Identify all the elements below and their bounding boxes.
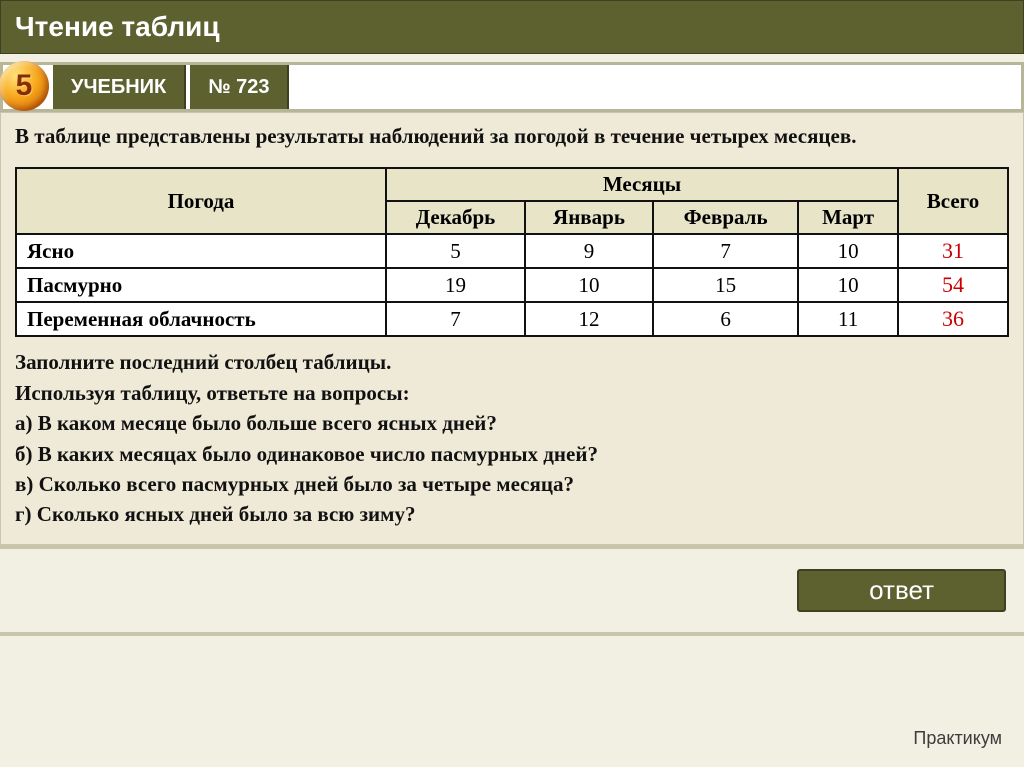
cell: 11 — [798, 302, 898, 336]
cell: 7 — [653, 234, 798, 268]
table-row: Пасмурно 19 10 15 10 54 — [16, 268, 1008, 302]
content-area: В таблице представлены результаты наблюд… — [0, 112, 1024, 545]
task-a: а) В каком месяце было больше всего ясны… — [15, 408, 1009, 438]
answer-button[interactable]: ответ — [797, 569, 1006, 612]
task-c: в) Сколько всего пасмурных дней было за … — [15, 469, 1009, 499]
th-weather: Погода — [16, 168, 386, 234]
row-label: Переменная облачность — [16, 302, 386, 336]
header-row: 5 УЧЕБНИК № 723 — [0, 62, 1024, 112]
grade-badge: 5 — [0, 61, 49, 111]
cell: 12 — [525, 302, 653, 336]
th-month-2: Февраль — [653, 201, 798, 234]
th-month-0: Декабрь — [386, 201, 525, 234]
cell: 19 — [386, 268, 525, 302]
cell: 5 — [386, 234, 525, 268]
row-label: Пасмурно — [16, 268, 386, 302]
footer-label: Практикум — [913, 728, 1002, 749]
task-b: б) В каких месяцах было одинаковое число… — [15, 439, 1009, 469]
tab-textbook: УЧЕБНИК — [53, 65, 186, 109]
tasks-block: Заполните последний столбец таблицы. Исп… — [15, 347, 1009, 530]
cell: 7 — [386, 302, 525, 336]
cell: 9 — [525, 234, 653, 268]
tab-number: № 723 — [190, 65, 289, 109]
task-d: г) Сколько ясных дней было за всю зиму? — [15, 499, 1009, 529]
th-month-3: Март — [798, 201, 898, 234]
th-month-1: Январь — [525, 201, 653, 234]
intro-text: В таблице представлены результаты наблюд… — [15, 123, 1009, 149]
total-value: 36 — [942, 306, 964, 331]
cell: 10 — [798, 268, 898, 302]
cell: 15 — [653, 268, 798, 302]
page-title: Чтение таблиц — [0, 0, 1024, 54]
bottom-bar: ответ — [0, 545, 1024, 636]
total-value: 31 — [942, 238, 964, 263]
table-row: Ясно 5 9 7 10 31 — [16, 234, 1008, 268]
cell: 10 — [525, 268, 653, 302]
row-label: Ясно — [16, 234, 386, 268]
cell: 6 — [653, 302, 798, 336]
task-line: Используя таблицу, ответьте на вопросы: — [15, 378, 1009, 408]
cell: 10 — [798, 234, 898, 268]
cell-total: 31 — [898, 234, 1008, 268]
total-value: 54 — [942, 272, 964, 297]
cell-total: 36 — [898, 302, 1008, 336]
weather-table: Погода Месяцы Всего Декабрь Январь Февра… — [15, 167, 1009, 337]
table-row: Переменная облачность 7 12 6 11 36 — [16, 302, 1008, 336]
task-line: Заполните последний столбец таблицы. — [15, 347, 1009, 377]
cell-total: 54 — [898, 268, 1008, 302]
th-total: Всего — [898, 168, 1008, 234]
th-months: Месяцы — [386, 168, 898, 201]
